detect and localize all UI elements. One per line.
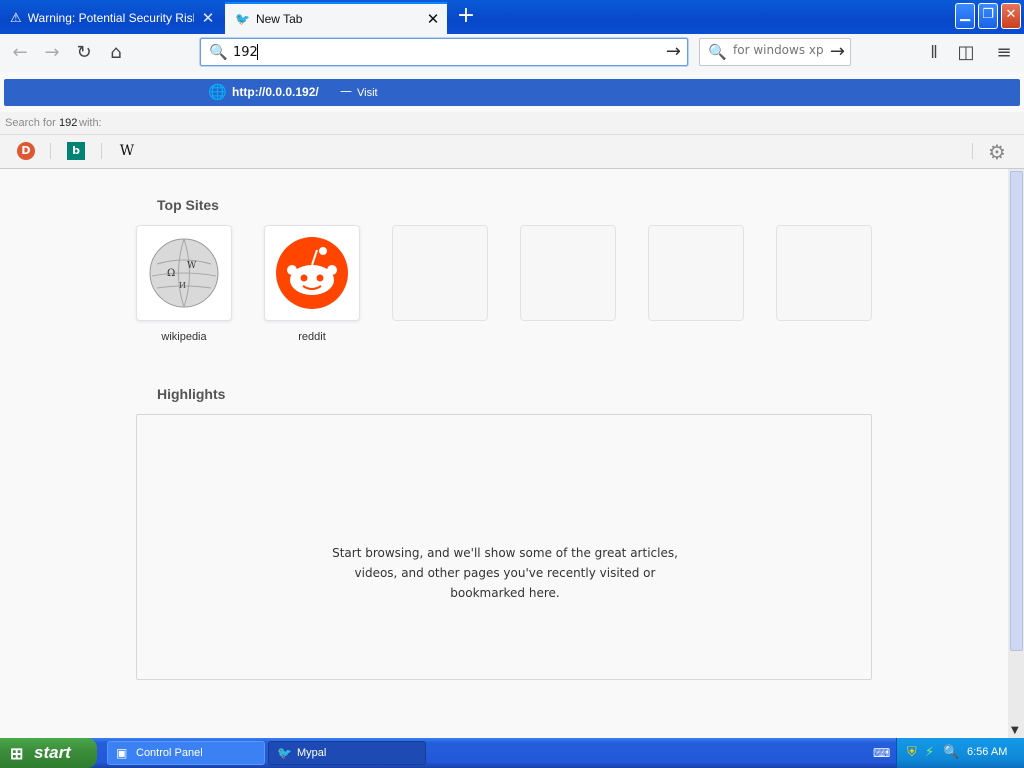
windows-logo-icon: ⊞ — [10, 746, 24, 763]
highlights-empty-state: Start browsing, and we'll show some of t… — [136, 414, 872, 680]
new-tab-page: Top Sites Ω W И wikipedia reddit Highlig… — [0, 169, 1008, 738]
close-tab-icon[interactable]: ✕ — [419, 10, 447, 28]
svg-text:И: И — [179, 281, 186, 290]
keyboard-icon[interactable]: ⌨ — [873, 746, 890, 760]
minimize-button[interactable]: ▁ — [955, 3, 975, 29]
highlights-message: Start browsing, and we'll show some of t… — [332, 546, 678, 600]
search-tray-icon[interactable]: 🔍 — [943, 745, 959, 760]
tab-title: New Tab — [255, 12, 303, 26]
top-site-empty-slot — [648, 225, 744, 321]
vertical-scrollbar[interactable]: ▼ — [1008, 169, 1024, 738]
menu-button[interactable]: ≡ — [990, 40, 1018, 66]
divider — [101, 143, 102, 159]
text-caret — [257, 44, 258, 60]
go-arrow-icon[interactable]: → — [830, 41, 845, 62]
wikipedia-globe-icon: Ω W И — [149, 238, 219, 308]
divider — [972, 143, 973, 159]
close-tab-icon[interactable]: ✕ — [194, 9, 222, 27]
reload-icon: ↻ — [76, 42, 92, 63]
system-tray: ⌨ ⛨ ⚡ 🔍 6:56 AM — [873, 738, 1024, 768]
mypal-icon: 🐦 — [235, 12, 250, 26]
tab-title: Warning: Potential Security Risk Ahead — [27, 11, 194, 25]
suggestion-url: http://0.0.0.192/ — [232, 85, 319, 99]
network-icon[interactable]: ⚡ — [925, 745, 934, 760]
url-bar[interactable]: 🔍 → — [200, 38, 688, 66]
taskbar-item-label: Control Panel — [136, 747, 203, 759]
top-site-empty-slot — [776, 225, 872, 321]
suggestion-action: Visit — [357, 87, 378, 99]
restore-button[interactable]: ❐ — [978, 3, 998, 29]
search-for-suffix: with: — [79, 117, 102, 129]
search-icon: 🔍 — [708, 43, 727, 61]
taskbar-item-control-panel[interactable]: ▣ Control Panel — [107, 741, 265, 765]
svg-text:W: W — [187, 261, 197, 271]
tab-bar: ⚠ Warning: Potential Security Risk Ahead… — [0, 0, 1024, 34]
scroll-down-arrow-icon[interactable]: ▼ — [1011, 725, 1019, 736]
url-suggestion-visit[interactable]: 🌐 http://0.0.0.192/ — Visit — [4, 79, 1020, 106]
home-icon: ⌂ — [110, 42, 122, 63]
divider — [50, 143, 51, 159]
url-input[interactable] — [233, 42, 653, 62]
hamburger-menu-icon: ≡ — [996, 42, 1012, 63]
start-label: start — [34, 743, 71, 762]
back-button[interactable]: ← — [6, 40, 34, 66]
control-panel-icon: ▣ — [116, 746, 128, 760]
forward-button[interactable]: → — [38, 40, 66, 66]
top-sites-heading: Top Sites — [157, 197, 219, 213]
top-site-empty-slot — [392, 225, 488, 321]
new-tab-button[interactable]: + — [452, 4, 480, 30]
start-button[interactable]: ⊞ start — [0, 738, 97, 768]
go-arrow-icon[interactable]: → — [666, 41, 681, 62]
warning-icon: ⚠ — [10, 10, 22, 26]
taskbar: ⊞ start ▣ Control Panel 🐦 Mypal ⌨ ⛨ ⚡ 🔍 … — [0, 738, 1024, 768]
security-shield-icon[interactable]: ⛨ — [907, 745, 917, 760]
sidebar-icon: ◫ — [957, 42, 975, 63]
search-for-header: Search for 192 with: — [0, 112, 1024, 135]
arrow-right-icon: → — [44, 42, 60, 63]
globe-icon: 🌐 — [208, 83, 227, 101]
library-button[interactable]: 𝍪 — [920, 40, 948, 66]
reddit-alien-icon — [276, 237, 348, 309]
scrollbar-thumb[interactable] — [1010, 171, 1023, 651]
tab-security-warning[interactable]: ⚠ Warning: Potential Security Risk Ahead… — [0, 2, 222, 34]
svg-text:Ω: Ω — [167, 268, 175, 279]
taskbar-item-mypal[interactable]: 🐦 Mypal — [268, 741, 426, 765]
home-button[interactable]: ⌂ — [102, 40, 130, 66]
top-site-tile-wikipedia[interactable]: Ω W И — [136, 225, 232, 321]
clock[interactable]: 6:56 AM — [967, 746, 1007, 758]
search-bar[interactable]: 🔍 → — [699, 38, 851, 66]
search-for-term: 192 — [59, 117, 78, 129]
bing-icon[interactable]: b — [67, 142, 85, 160]
one-off-search-engines: D b W ⚙ — [0, 135, 1024, 169]
library-icon: 𝍪 — [930, 42, 938, 63]
search-input[interactable] — [733, 43, 823, 57]
duckduckgo-icon[interactable]: D — [17, 142, 35, 160]
top-site-label: wikipedia — [161, 331, 207, 343]
tab-new-tab[interactable]: 🐦 New Tab ✕ — [225, 2, 447, 34]
highlights-heading: Highlights — [157, 386, 226, 402]
close-window-button[interactable]: ✕ — [1001, 3, 1021, 29]
search-icon: 🔍 — [209, 43, 228, 61]
sidebar-button[interactable]: ◫ — [952, 40, 980, 66]
reload-button[interactable]: ↻ — [70, 40, 98, 66]
mypal-icon: 🐦 — [277, 746, 292, 760]
top-site-tile-reddit[interactable] — [264, 225, 360, 321]
search-settings-gear-icon[interactable]: ⚙ — [988, 140, 1006, 164]
search-for-prefix: Search for — [5, 117, 56, 129]
wikipedia-icon[interactable]: W — [118, 142, 136, 160]
top-site-empty-slot — [520, 225, 616, 321]
taskbar-item-label: Mypal — [297, 747, 327, 759]
navigation-toolbar: ← → ↻ ⌂ 🔍 → 🔍 → 𝍪 ◫ ≡ — [0, 34, 1024, 72]
arrow-left-icon: ← — [12, 42, 28, 63]
suggestion-separator: — — [340, 84, 352, 98]
top-site-label: reddit — [298, 331, 326, 343]
